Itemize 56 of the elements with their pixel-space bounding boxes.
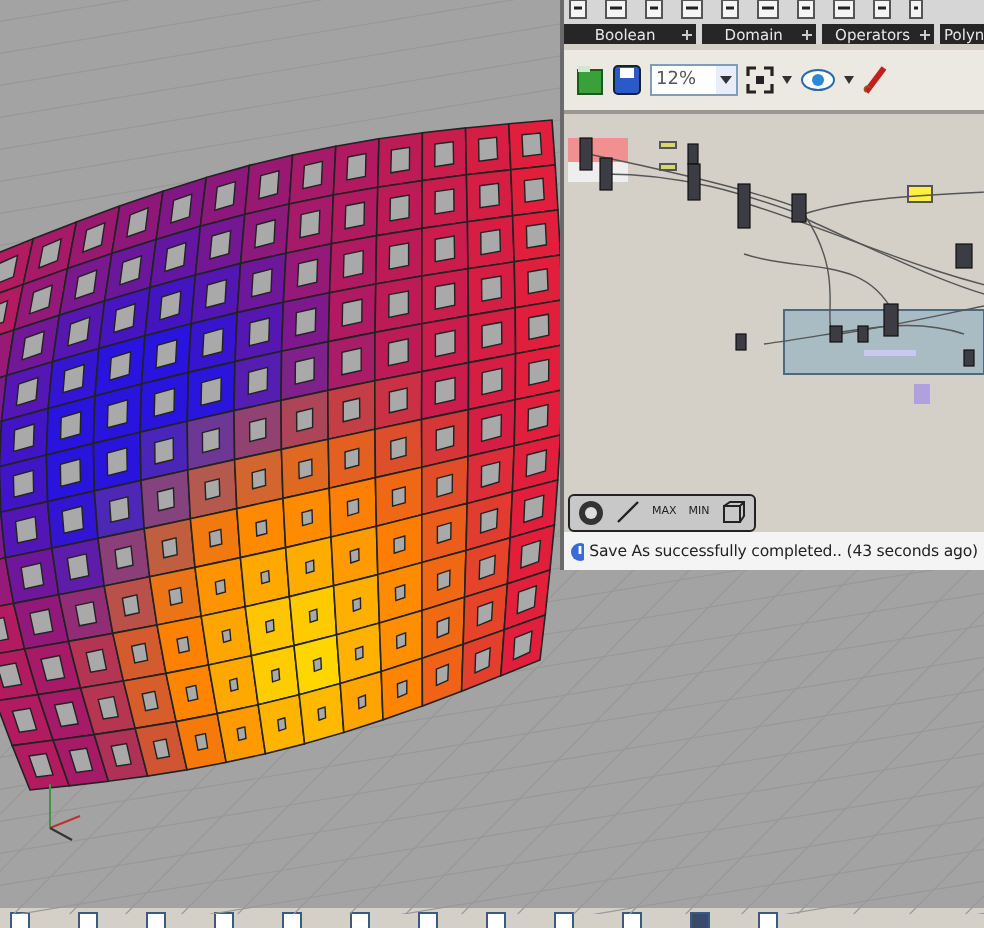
- component-node[interactable]: [857, 325, 869, 343]
- checkbox[interactable]: [486, 912, 506, 928]
- plus-icon[interactable]: [920, 29, 931, 39]
- checkbox[interactable]: [418, 912, 438, 928]
- component-node[interactable]: [829, 325, 843, 343]
- checkbox[interactable]: [146, 912, 166, 928]
- zoom-extents-icon[interactable]: [746, 66, 774, 94]
- component-node[interactable]: [687, 163, 701, 201]
- caret-icon[interactable]: [782, 76, 792, 84]
- component-node[interactable]: [735, 333, 747, 351]
- dial-icon[interactable]: [578, 499, 604, 525]
- tool-icon[interactable]: [796, 0, 816, 20]
- tool-icon[interactable]: [568, 0, 588, 20]
- plus-icon[interactable]: [682, 29, 693, 39]
- checkbox[interactable]: [10, 912, 30, 928]
- tool-icon[interactable]: [720, 0, 740, 20]
- folder-icon[interactable]: [576, 64, 604, 96]
- info-icon: [570, 541, 584, 561]
- plus-icon[interactable]: [801, 29, 812, 39]
- checkbox[interactable]: [758, 912, 778, 928]
- checkbox[interactable]: [282, 912, 302, 928]
- component-node[interactable]: [914, 384, 930, 404]
- param-node[interactable]: [659, 141, 677, 149]
- checkbox[interactable]: [690, 912, 710, 928]
- checkbox[interactable]: [554, 912, 574, 928]
- checkbox[interactable]: [622, 912, 642, 928]
- brush-icon[interactable]: [862, 64, 890, 96]
- line-icon[interactable]: [616, 500, 640, 524]
- tool-icon[interactable]: [832, 0, 856, 20]
- checkbox[interactable]: [350, 912, 370, 928]
- component-node[interactable]: [955, 243, 973, 269]
- panel-node[interactable]: [907, 185, 933, 203]
- caret-icon[interactable]: [844, 76, 854, 84]
- tool-icon[interactable]: [680, 0, 704, 20]
- slider-node[interactable]: [864, 350, 916, 356]
- axis-icon: [49, 783, 81, 841]
- component-node[interactable]: [963, 349, 975, 367]
- component-node[interactable]: [737, 183, 751, 229]
- param-node[interactable]: [659, 163, 677, 171]
- checkbox[interactable]: [78, 912, 98, 928]
- component-node[interactable]: [791, 193, 807, 223]
- zoom-field[interactable]: 12%: [650, 64, 738, 96]
- tool-icon[interactable]: [756, 0, 780, 20]
- component-node[interactable]: [687, 143, 699, 165]
- component-node[interactable]: [579, 137, 593, 171]
- checkbox[interactable]: [214, 912, 234, 928]
- save-icon[interactable]: [612, 64, 642, 96]
- tool-icon[interactable]: [908, 0, 924, 20]
- cube-icon[interactable]: [721, 500, 746, 524]
- tool-icon[interactable]: [872, 0, 892, 20]
- caret-icon[interactable]: [716, 66, 736, 94]
- component-node[interactable]: [599, 157, 613, 191]
- eye-icon[interactable]: [800, 68, 836, 92]
- tool-icon[interactable]: [644, 0, 664, 20]
- component-node[interactable]: [883, 303, 899, 337]
- tool-icon[interactable]: [604, 0, 628, 20]
